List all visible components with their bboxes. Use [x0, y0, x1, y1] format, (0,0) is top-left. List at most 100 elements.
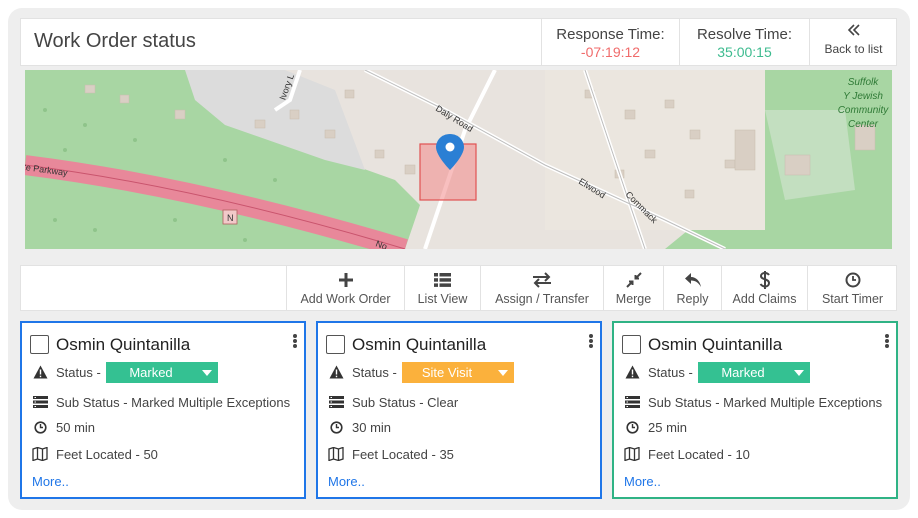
work-order-card: Osmin Quintanilla Status - Marked Sub St…	[20, 321, 306, 499]
feet-located-row: Feet Located - 10	[624, 446, 750, 462]
warning-icon	[328, 364, 344, 380]
dollar-icon	[722, 270, 807, 290]
clock-icon	[32, 419, 48, 435]
server-icon	[32, 394, 48, 410]
plus-icon	[287, 270, 404, 290]
list-icon	[405, 270, 480, 290]
assignee-name: Osmin Quintanilla	[648, 335, 783, 354]
map-canvas: te Parkway No N Ivory L Daly Road Elwood…	[25, 70, 892, 249]
add-claims-button[interactable]: Add Claims	[721, 266, 807, 310]
caret-down-icon	[794, 370, 804, 376]
resolve-time-label: Resolve Time:	[696, 26, 793, 43]
work-order-card: Osmin Quintanilla Status - Marked Sub St…	[612, 321, 898, 499]
caret-down-icon	[202, 370, 212, 376]
duration-text: 25 min	[648, 419, 688, 435]
server-icon	[328, 394, 344, 410]
warning-icon	[32, 364, 48, 380]
response-time: Response Time: -07:19:12	[541, 19, 679, 65]
status-dropdown[interactable]: Marked	[698, 362, 810, 383]
add-work-order-label: Add Work Order	[300, 292, 391, 306]
status-row: Status -	[32, 364, 101, 380]
resolve-time-value: 35:00:15	[717, 44, 772, 60]
start-timer-button[interactable]: Start Timer	[807, 266, 897, 310]
double-chevron-left-icon	[810, 23, 897, 41]
map-icon	[328, 446, 344, 462]
transfer-arrows-icon	[481, 270, 603, 290]
reply-label: Reply	[676, 292, 709, 306]
more-link[interactable]: More..	[624, 474, 661, 489]
page-title: Work Order status	[34, 30, 196, 52]
feet-located-text: Feet Located - 10	[648, 446, 750, 462]
assignee-name: Osmin Quintanilla	[352, 335, 487, 354]
select-checkbox[interactable]	[326, 335, 345, 354]
status-label: Status -	[352, 364, 397, 380]
more-link[interactable]: More..	[32, 474, 69, 489]
status-row: Status -	[328, 364, 397, 380]
status-row: Status -	[624, 364, 693, 380]
list-view-button[interactable]: List View	[404, 266, 480, 310]
work-order-card: Osmin Quintanilla Status - Site Visit Su…	[316, 321, 602, 499]
status-dropdown[interactable]: Marked	[106, 362, 218, 383]
resolve-time: Resolve Time: 35:00:15	[679, 19, 809, 65]
more-options-icon[interactable]	[884, 334, 890, 352]
reply-icon	[664, 270, 721, 290]
sub-status-row: Sub Status - Clear	[328, 394, 458, 410]
route-shield-label: N	[227, 213, 234, 223]
start-timer-label: Start Timer	[821, 292, 884, 306]
select-checkbox[interactable]	[622, 335, 641, 354]
merge-icon	[604, 270, 663, 290]
duration-row: 30 min	[328, 419, 391, 435]
sub-status-row: Sub Status - Marked Multiple Exceptions	[624, 394, 882, 410]
duration-row: 50 min	[32, 419, 95, 435]
feet-located-row: Feet Located - 50	[32, 446, 158, 462]
center-label-line3: Community	[838, 105, 890, 116]
location-map[interactable]: te Parkway No N Ivory L Daly Road Elwood…	[25, 70, 892, 249]
feet-located-text: Feet Located - 35	[352, 446, 454, 462]
duration-text: 50 min	[56, 419, 96, 435]
status-value: Marked	[721, 365, 765, 380]
more-options-icon[interactable]	[292, 334, 298, 352]
status-value: Site Visit	[421, 365, 473, 380]
sub-status-text: Sub Status - Clear	[352, 394, 459, 410]
add-claims-label: Add Claims	[732, 292, 797, 306]
assignee-name: Osmin Quintanilla	[56, 335, 191, 354]
more-options-icon[interactable]	[588, 334, 594, 352]
sub-status-text: Sub Status - Marked Multiple Exceptions	[56, 394, 291, 410]
reply-button[interactable]: Reply	[663, 266, 721, 310]
back-to-list-button[interactable]: Back to list	[809, 19, 897, 65]
clock-icon	[624, 419, 640, 435]
merge-button[interactable]: Merge	[603, 266, 663, 310]
clock-icon	[808, 270, 897, 290]
feet-located-text: Feet Located - 50	[56, 446, 158, 462]
response-time-value: -07:19:12	[580, 44, 641, 60]
center-label-line2: Y Jewish	[843, 91, 883, 102]
back-to-list-label: Back to list	[824, 42, 883, 56]
status-value: Marked	[129, 365, 173, 380]
more-link[interactable]: More..	[328, 474, 365, 489]
clock-icon	[328, 419, 344, 435]
list-view-label: List View	[417, 292, 468, 306]
status-dropdown[interactable]: Site Visit	[402, 362, 514, 383]
select-checkbox[interactable]	[30, 335, 49, 354]
header-bar: Work Order status Response Time: -07:19:…	[20, 18, 897, 66]
warning-icon	[624, 364, 640, 380]
status-label: Status -	[56, 364, 101, 380]
status-label: Status -	[648, 364, 693, 380]
response-time-label: Response Time:	[556, 26, 665, 43]
map-icon	[32, 446, 48, 462]
feet-located-row: Feet Located - 35	[328, 446, 454, 462]
caret-down-icon	[498, 370, 508, 376]
server-icon	[624, 394, 640, 410]
center-label-line1: Suffolk	[848, 77, 880, 88]
assign-transfer-label: Assign / Transfer	[495, 292, 589, 306]
action-toolbar: Add Work Order List View Assign / Transf…	[20, 265, 897, 311]
merge-label: Merge	[615, 292, 652, 306]
assign-transfer-button[interactable]: Assign / Transfer	[480, 266, 603, 310]
add-work-order-button[interactable]: Add Work Order	[286, 266, 404, 310]
duration-row: 25 min	[624, 419, 687, 435]
sub-status-text: Sub Status - Marked Multiple Exceptions	[648, 394, 883, 410]
duration-text: 30 min	[352, 419, 392, 435]
sub-status-row: Sub Status - Marked Multiple Exceptions	[32, 394, 290, 410]
map-icon	[624, 446, 640, 462]
center-label-line4: Center	[848, 119, 879, 130]
